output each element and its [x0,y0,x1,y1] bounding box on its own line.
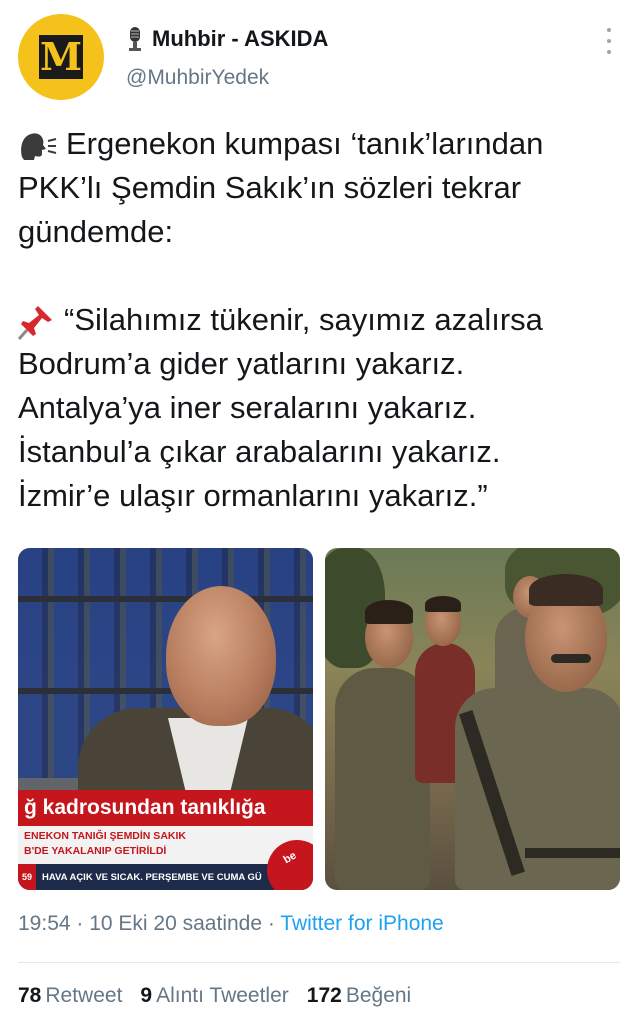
meta-separator: · [262,912,281,935]
fighter-figure [455,688,620,890]
shelf-divider [18,596,313,602]
meta-separator: · [70,912,90,935]
news-banner-headline: ğ kadrosundan tanıklığa [18,790,313,826]
retweets-stat[interactable]: 78 Retweet [18,984,122,1008]
tweet-line: İzmir’e ulaşır ormanlarını yakarız.” [18,478,488,513]
ammo-belt [525,848,620,858]
fighters-photo[interactable] [325,548,620,890]
tweet-header: M Muhbir - ASKIDA @MuhbirYedek [18,14,620,104]
tweet-time[interactable]: 19:54 [18,912,71,935]
fighter-hair [529,574,603,606]
fighter-hair [425,596,461,612]
muhbir-logo: M [39,35,83,79]
speaking-head-icon [21,133,57,160]
news-screenshot-photo[interactable]: ğ kadrosundan tanıklığa ENEKON TANIĞI ŞE… [18,548,313,890]
tweet-line: PKK’lı Şemdin Sakık’ın sözleri tekrar [18,170,522,205]
display-name: Muhbir - ASKIDA [152,26,329,51]
tweet-text: Ergenekon kumpası ‘tanık’larından PKK’lı… [18,122,624,518]
divider [18,962,620,963]
more-options-icon[interactable] [606,28,612,54]
name-row[interactable]: Muhbir - ASKIDA [126,26,328,52]
logo-letter: M [39,34,83,79]
mustache [551,654,591,663]
tweet-date[interactable]: 10 Eki 20 saatinde [89,912,262,935]
avatar[interactable]: M [18,14,104,100]
fighter-hair [365,600,413,624]
tweet-line: gündemde: [18,214,174,249]
tweet-line: “Silahımız tükenir, sayımız azalırsa [18,298,624,342]
tweet-line: Ergenekon kumpası ‘tanık’larından [18,122,624,166]
tweet-line: Bodrum’a gider yatlarını yakarız. [18,346,465,381]
tweet-line: Antalya’ya iner seralarını yakarız. [18,390,477,425]
tweet-timestamp: 19:54 · 10 Eki 20 saatinde · Twitter for… [18,912,444,936]
tweet-media: ğ kadrosundan tanıklığa ENEKON TANIĞI ŞE… [18,548,620,890]
tweet-source-link[interactable]: Twitter for iPhone [280,912,443,935]
user-handle[interactable]: @MuhbirYedek [126,66,269,90]
person-head [166,586,276,726]
pushpin-icon [18,305,52,340]
quote-tweets-stat[interactable]: 9 Alıntı Tweetler [140,984,288,1008]
tweet-stats: 78 Retweet 9 Alıntı Tweetler 172 Beğeni [18,984,411,1008]
microphone-icon [129,27,141,51]
likes-stat[interactable]: 172 Beğeni [307,984,411,1008]
tweet-line: İstanbul’a çıkar arabalarını yakarız. [18,434,501,469]
